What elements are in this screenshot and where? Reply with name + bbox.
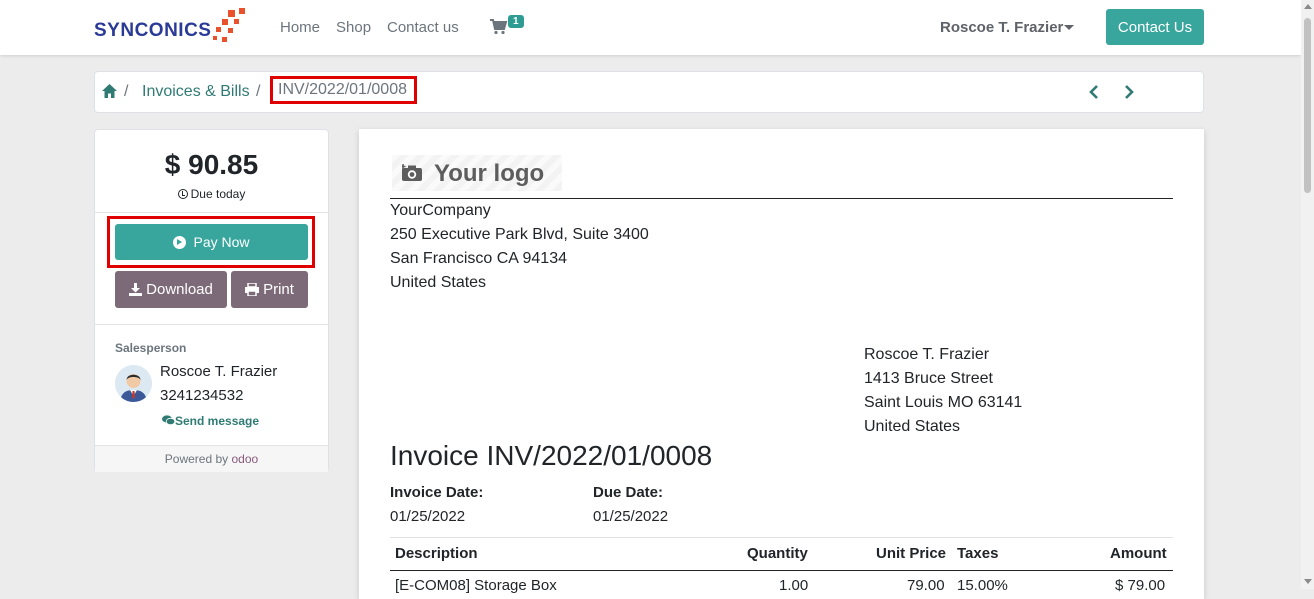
col-header-taxes: Taxes [957, 545, 999, 562]
row-unit-price: 79.00 [907, 577, 945, 594]
table-top-rule [390, 537, 1173, 538]
contact-us-button[interactable]: Contact Us [1106, 9, 1204, 45]
header-rule [390, 198, 1173, 199]
row-description: [E-COM08] Storage Box [395, 577, 557, 594]
row-taxes: 15.00% [957, 577, 1008, 594]
row-quantity: 1.00 [779, 577, 809, 594]
send-message-label: Send message [175, 414, 260, 428]
salesperson-name: Roscoe T. Frazier [160, 363, 278, 380]
divider [95, 324, 328, 325]
due-date-label: Due Date: [593, 484, 664, 501]
scroll-thumb[interactable] [1304, 18, 1311, 193]
invoice-document: Your logo YourCompany 250 Executive Park… [359, 129, 1204, 599]
download-icon [129, 283, 143, 296]
pay-now-label: Pay Now [193, 234, 250, 250]
company-country: United States [390, 274, 487, 291]
divider [95, 212, 328, 213]
customer-country: United States [864, 418, 961, 435]
cart-icon[interactable] [490, 18, 508, 36]
invoice-date-label: Invoice Date: [390, 484, 484, 501]
invoice-title: Invoice INV/2022/01/0008 [390, 440, 713, 471]
payment-sidebar: $ 90.85 Due today Pay Now Download Print… [94, 129, 329, 472]
customer-street: 1413 Bruce Street [864, 370, 993, 387]
company-logo[interactable]: SYNCONICS [94, 8, 254, 48]
avatar [115, 365, 152, 402]
breadcrumb-current: INV/2022/01/0008 [270, 76, 417, 104]
home-icon[interactable] [102, 84, 117, 98]
logo-text: SYNCONICS [94, 20, 212, 41]
download-label: Download [146, 281, 213, 298]
breadcrumb-separator: / [124, 83, 129, 100]
arrow-circle-right-icon [173, 235, 187, 249]
company-name: YourCompany [390, 202, 491, 219]
print-button[interactable]: Print [231, 271, 308, 308]
scroll-down-icon[interactable] [1304, 579, 1312, 584]
chevron-left-icon[interactable] [1087, 84, 1101, 100]
print-icon [245, 283, 260, 296]
nav-home-link[interactable]: Home [280, 19, 320, 36]
company-city: San Francisco CA 94134 [390, 250, 567, 267]
chevron-right-icon[interactable] [1122, 84, 1136, 100]
user-menu[interactable]: Roscoe T. Frazier [940, 19, 1063, 36]
camera-icon [402, 164, 422, 181]
salesperson-label: Salesperson [115, 341, 187, 355]
comments-icon [162, 415, 176, 426]
powered-by-footer: Powered by odoo [95, 445, 328, 472]
logo-placeholder: Your logo [392, 155, 562, 191]
odoo-logo[interactable]: odoo [232, 452, 259, 466]
download-button[interactable]: Download [115, 271, 227, 308]
cart-count-badge: 1 [508, 15, 524, 28]
send-message-link[interactable]: Send message [162, 414, 259, 428]
invoice-date-value: 01/25/2022 [390, 508, 466, 525]
powered-by-text: Powered by odoo [95, 452, 328, 466]
customer-city: Saint Louis MO 63141 [864, 394, 1023, 411]
col-header-amount: Amount [1110, 545, 1167, 562]
due-date-value: 01/25/2022 [593, 508, 669, 525]
print-label: Print [263, 281, 294, 298]
page-scrollbar[interactable] [1301, 0, 1314, 589]
amount-due: $ 90.85 [164, 149, 259, 180]
nav-contact-link[interactable]: Contact us [387, 19, 459, 36]
breadcrumb: / Invoices & Bills / INV/2022/01/0008 [94, 71, 1204, 113]
breadcrumb-separator: / [256, 83, 261, 100]
top-navbar: SYNCONICS Home Shop Contact us 1 Roscoe … [0, 0, 1301, 55]
logo-placeholder-text: Your logo [434, 160, 545, 187]
col-header-unit-price: Unit Price [876, 545, 947, 562]
scroll-up-icon[interactable] [1304, 4, 1312, 9]
due-label: Due today [190, 187, 246, 201]
due-status: Due today [95, 187, 328, 201]
logo-mark-icon [212, 8, 252, 48]
table-header-rule [390, 570, 1173, 571]
col-header-quantity: Quantity [747, 545, 808, 562]
pay-now-button[interactable]: Pay Now [115, 224, 308, 260]
breadcrumb-invoices-link[interactable]: Invoices & Bills [142, 83, 250, 101]
company-street: 250 Executive Park Blvd, Suite 3400 [390, 226, 649, 243]
col-header-description: Description [395, 545, 478, 562]
powered-by-label: Powered by [164, 452, 229, 466]
chevron-down-icon[interactable] [1064, 25, 1074, 30]
row-amount: $ 79.00 [1115, 577, 1166, 594]
nav-shop-link[interactable]: Shop [336, 19, 371, 36]
clock-icon [177, 189, 188, 199]
customer-name: Roscoe T. Frazier [864, 346, 990, 363]
salesperson-phone: 3241234532 [160, 387, 244, 404]
